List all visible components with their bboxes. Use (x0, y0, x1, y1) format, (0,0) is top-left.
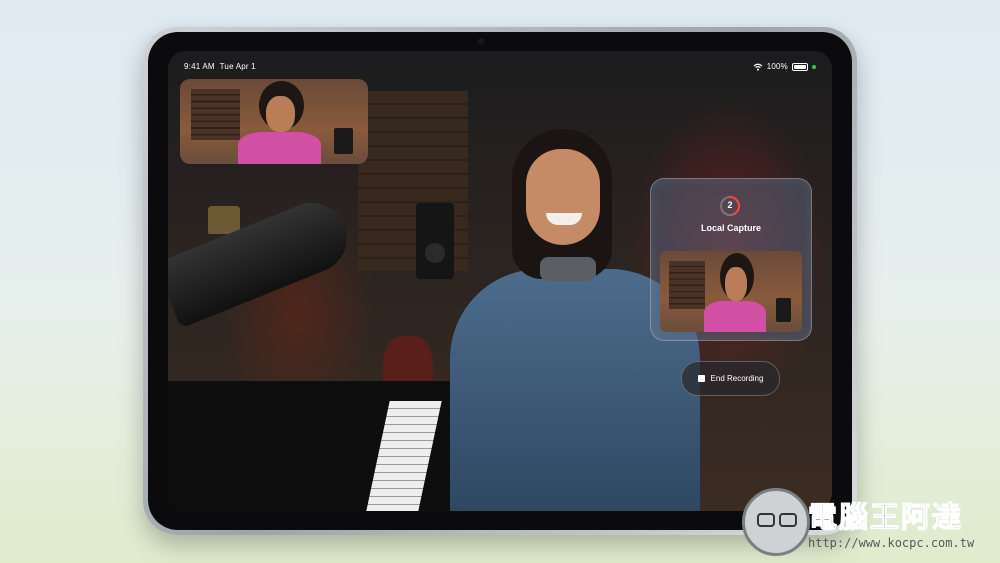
end-recording-label: End Recording (710, 374, 764, 383)
preview-speaker (776, 297, 791, 323)
watermark-url: http://www.kocpc.com.tw (808, 536, 975, 550)
face (526, 149, 600, 245)
stop-icon (697, 375, 705, 382)
mascot-logo-icon (742, 488, 810, 556)
countdown-ring: 2 (719, 195, 741, 217)
collar (540, 257, 596, 281)
local-capture-panel: 2 Local Capture (650, 178, 812, 341)
studio-speaker (416, 203, 454, 279)
status-bar-right: 100% (753, 62, 816, 71)
ipad-bezel: 9:41 AM Tue Apr 1 100% 2 Local Capture E… (148, 32, 852, 530)
participant-video-tile[interactable] (180, 79, 368, 164)
preview-face (725, 267, 747, 302)
wifi-icon (753, 63, 763, 71)
ipad-device: 9:41 AM Tue Apr 1 100% 2 Local Capture E… (143, 27, 857, 535)
status-date: Tue Apr 1 (219, 62, 256, 71)
status-time: 9:41 AM (184, 62, 215, 71)
battery-icon (792, 62, 808, 71)
watermark: 電腦王阿達 http://www.kocpc.com.tw (742, 488, 992, 556)
camera-in-use-indicator (812, 64, 816, 69)
countdown-number: 2 (727, 200, 733, 210)
end-recording-button[interactable]: End Recording (681, 361, 780, 396)
watermark-brand: 電腦王阿達 (807, 500, 964, 535)
microphone (168, 192, 358, 329)
status-bar-left: 9:41 AM Tue Apr 1 (184, 62, 256, 71)
battery-percent: 100% (766, 62, 788, 71)
participant-speaker (334, 128, 353, 154)
capture-title: Local Capture (700, 223, 761, 233)
capture-preview (660, 251, 802, 332)
participant-face (266, 96, 295, 132)
facetime-screen: 9:41 AM Tue Apr 1 100% 2 Local Capture E… (168, 51, 832, 511)
shelf (191, 89, 241, 141)
participant-hoodie (238, 131, 321, 164)
shelf (668, 260, 706, 310)
preview-hoodie (704, 301, 767, 332)
front-camera (478, 38, 484, 44)
